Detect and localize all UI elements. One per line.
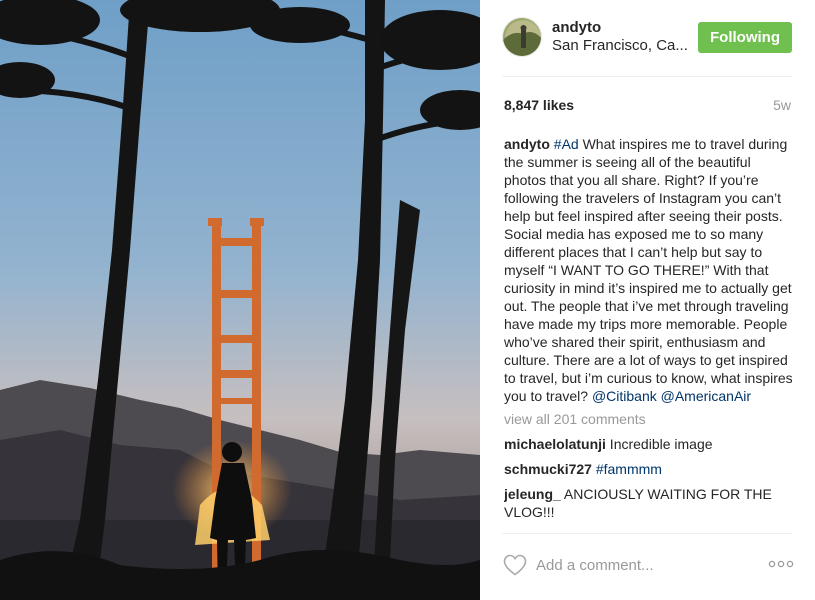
post-sidebar: andyto San Francisco, Ca... Following 8,… [480,0,815,600]
likes-count[interactable]: 8,847 likes [504,97,574,113]
heart-icon[interactable] [502,553,528,577]
post-header: andyto San Francisco, Ca... Following [502,16,792,60]
location-link[interactable]: San Francisco, Ca... [552,37,688,54]
comments-section: andyto #Ad What inspires me to travel du… [504,135,794,535]
comment-username[interactable]: schmucki727 [504,461,592,477]
divider [502,533,792,534]
mention-link[interactable]: @Citibank [592,388,657,404]
comment: schmucki727 #fammmm [504,460,794,478]
comment-text: Incredible image [605,436,713,452]
comment-username[interactable]: michaelolatunji [504,436,606,452]
avatar[interactable] [502,17,542,57]
hashtag-link[interactable]: #Ad [554,136,579,152]
hashtag-link[interactable]: #fammmm [596,461,662,477]
caption-username[interactable]: andyto [504,136,550,152]
post-photo[interactable] [0,0,480,600]
add-comment-input[interactable] [536,553,756,577]
view-all-comments-link[interactable]: view all 201 comments [504,410,794,428]
username-link[interactable]: andyto [552,19,601,36]
mention-link[interactable]: @AmericanAir [661,388,751,404]
divider [502,76,792,77]
caption-text: What inspires me to travel during the su… [504,136,793,404]
comment: jeleung_ ANCIOUSLY WAITING FOR THE VLOG!… [504,485,794,521]
more-options-icon[interactable] [768,557,794,571]
following-button[interactable]: Following [698,22,792,53]
comment: michaelolatunji Incredible image [504,435,794,453]
post-timestamp[interactable]: 5w [773,97,791,113]
caption: andyto #Ad What inspires me to travel du… [504,135,794,405]
comment-username[interactable]: jeleung_ [504,486,561,502]
comment-bar [502,549,794,581]
